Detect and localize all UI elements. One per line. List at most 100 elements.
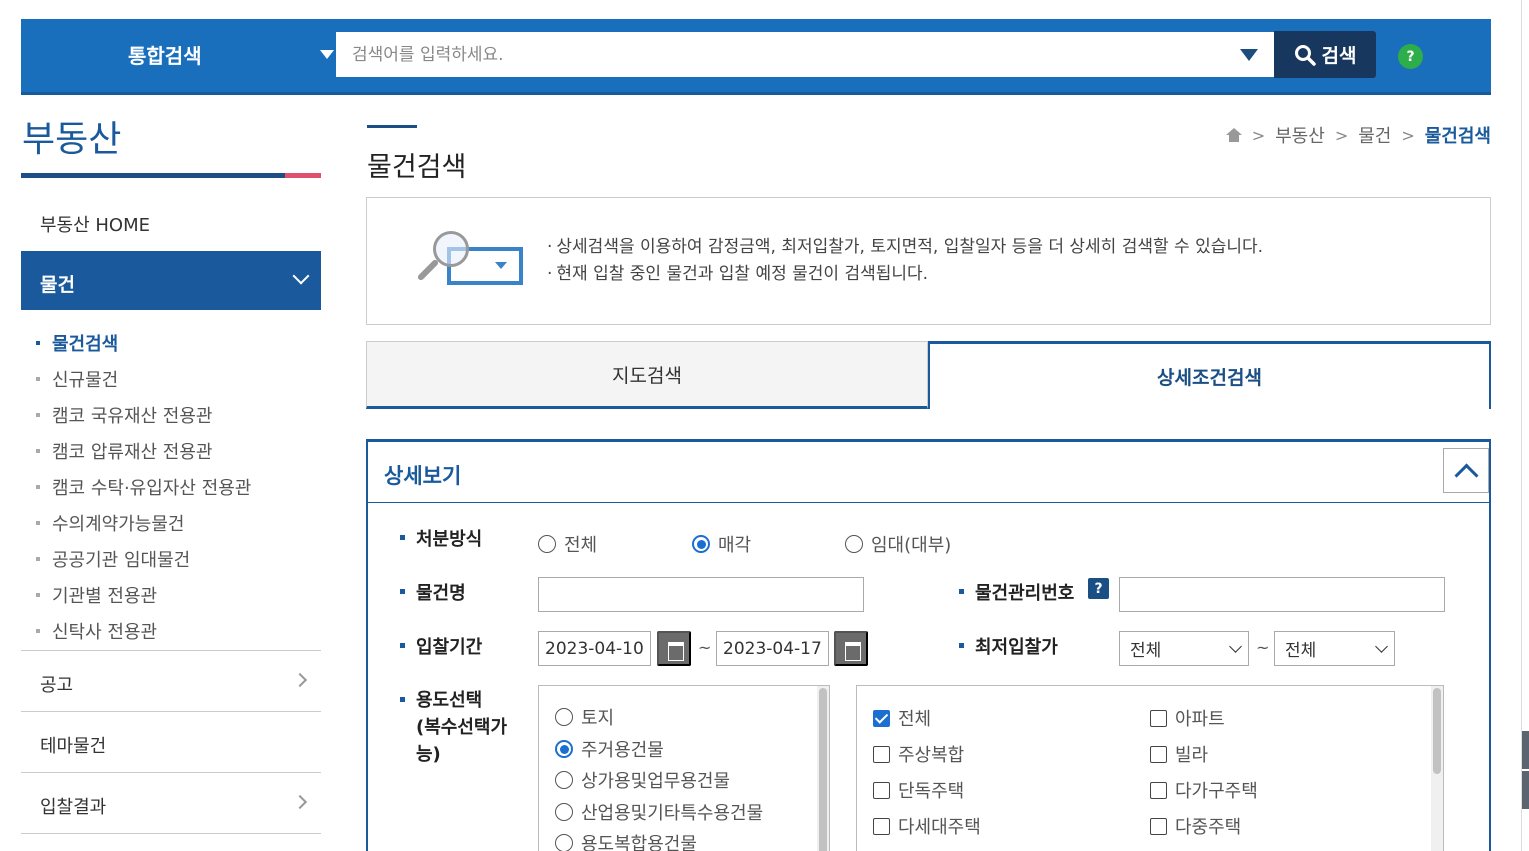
bullet-icon (36, 377, 40, 381)
usage-radio-land[interactable]: 토지 (555, 704, 614, 730)
caret-down-icon (320, 50, 334, 59)
item-name-input[interactable] (538, 577, 864, 612)
usage-check-villa[interactable]: 빌라 (1150, 741, 1208, 767)
disposal-radio-sale[interactable]: 매각 (692, 531, 751, 557)
usage-radio-industrial[interactable]: 산업용및기타특수용건물 (555, 799, 763, 825)
search-button-label: 검색 (1321, 46, 1357, 67)
detail-panel: 상세보기 처분방식 전체 매각 임대(대부) 물건명 물건관리번호 ? 입찰기간… (366, 439, 1491, 851)
top-search-bar: 통합검색 검색 ? (21, 19, 1491, 95)
usage-check-detached[interactable]: 단독주택 (873, 777, 964, 803)
tab-map-search[interactable]: 지도검색 (366, 341, 928, 409)
sidebar-item-theme[interactable]: 테마물건 (21, 712, 321, 773)
sidebar-title-underline (21, 173, 321, 178)
usage-radio-residential[interactable]: 주거용건물 (555, 736, 664, 762)
radio-circle (555, 708, 573, 726)
checkbox (1150, 709, 1167, 727)
collapse-button[interactable] (1443, 448, 1489, 493)
usage-label: 용도선택 (복수선택가 능) (399, 687, 507, 768)
usage-check-multi-family[interactable]: 다가구주택 (1150, 777, 1258, 803)
breadcrumb: > 부동산 > 물건 > 물건검색 (1225, 122, 1491, 148)
item-name-label: 물건명 (400, 579, 466, 605)
sidebar-sub-list: 물건검색 신규물건 캠코 국유재산 전용관 캠코 압류재산 전용관 캠코 수탁·… (36, 325, 251, 649)
usage-check-apartment[interactable]: 아파트 (1150, 705, 1225, 731)
bullet-icon (36, 413, 40, 417)
radio-label: 토지 (581, 708, 615, 729)
sidebar-item-results[interactable]: 입찰결과 (21, 773, 321, 834)
usage-radio-commercial[interactable]: 상가용및업무용건물 (555, 767, 730, 793)
chevron-right-icon (292, 672, 308, 688)
chevron-down-icon (1375, 640, 1388, 653)
check-label: 주상복합 (898, 745, 965, 766)
min-bid-from-select[interactable]: 전체 (1119, 631, 1249, 666)
sidebar-sub-item[interactable]: 기관별 전용관 (36, 577, 251, 613)
sidebar-item-property[interactable]: 물건 (21, 251, 321, 310)
search-category-select[interactable]: 통합검색 (21, 19, 336, 92)
search-button[interactable]: 검색 (1274, 31, 1376, 78)
home-icon[interactable] (1225, 128, 1242, 142)
scrollbar-thumb[interactable] (819, 688, 827, 851)
side-tab[interactable] (1522, 731, 1529, 769)
calendar-icon[interactable] (657, 631, 691, 666)
chevron-right-icon (292, 794, 308, 810)
sidebar-item-notice[interactable]: 공고 (21, 651, 321, 712)
scrollbar[interactable] (1431, 686, 1443, 851)
check-label: 전체 (898, 709, 932, 730)
help-icon[interactable]: ? (1398, 44, 1423, 69)
disposal-radio-lease[interactable]: 임대(대부) (845, 531, 951, 557)
radio-label: 매각 (718, 535, 752, 556)
sidebar-menu: 공고 테마물건 입찰결과 (21, 650, 321, 834)
scrollbar-thumb[interactable] (1433, 688, 1441, 774)
radio-circle (538, 535, 556, 553)
sidebar-sub-item[interactable]: 수의계약가능물건 (36, 505, 251, 541)
usage-check-multiplex[interactable]: 다중주택 (1150, 813, 1241, 839)
chevron-down-icon (1229, 640, 1242, 653)
radio-label: 상가용및업무용건물 (581, 771, 731, 792)
sub-item-label: 캠코 압류재산 전용관 (52, 442, 213, 463)
scrollbar[interactable] (817, 686, 829, 851)
usage-check-all[interactable]: 전체 (873, 705, 931, 731)
sidebar-sub-item[interactable]: 캠코 수탁·유입자산 전용관 (36, 469, 251, 505)
disposal-radio-all[interactable]: 전체 (538, 531, 597, 557)
radio-label: 용도복합용건물 (581, 834, 697, 851)
breadcrumb-item[interactable]: 부동산 (1275, 122, 1325, 148)
sidebar-sub-item[interactable]: 신탁사 전용관 (36, 613, 251, 649)
item-mgmt-number-input[interactable] (1119, 577, 1445, 612)
radio-label: 주거용건물 (581, 740, 664, 761)
bid-start-date-input[interactable]: 2023-04-10 (538, 631, 651, 666)
search-input[interactable] (336, 32, 1216, 77)
breadcrumb-item[interactable]: 물건 (1358, 122, 1391, 148)
usage-check-list: 전체 주상복합 단독주택 다세대주택 아파트 빌라 다가구주택 다중주택 (856, 685, 1444, 851)
select-value: 전체 (1285, 641, 1317, 661)
check-label: 다가구주택 (1175, 781, 1258, 802)
bullet-icon (36, 521, 40, 525)
sidebar-sub-item[interactable]: 캠코 압류재산 전용관 (36, 433, 251, 469)
min-bid-to-select[interactable]: 전체 (1274, 631, 1395, 666)
usage-radio-list: 토지 주거용건물 상가용및업무용건물 산업용및기타특수용건물 용도복합용건물 (538, 685, 830, 851)
info-line: 상세검색을 이용하여 감정금액, 최저입찰가, 토지면적, 입찰일자 등을 더 … (547, 234, 1263, 261)
usage-radio-mixed[interactable]: 용도복합용건물 (555, 830, 697, 851)
sidebar-home-link[interactable]: 부동산 HOME (40, 211, 150, 237)
sidebar-sub-item[interactable]: 신규물건 (36, 361, 251, 397)
sub-item-label: 캠코 국유재산 전용관 (52, 406, 213, 427)
tab-detail-search[interactable]: 상세조건검색 (928, 341, 1491, 409)
sidebar-sub-item[interactable]: 물건검색 (36, 325, 251, 361)
usage-check-multi-household[interactable]: 다세대주택 (873, 813, 981, 839)
breadcrumb-separator: > (1334, 125, 1349, 145)
search-dropdown-caret-icon[interactable] (1240, 49, 1258, 61)
handle-shape (416, 258, 440, 282)
calendar-icon[interactable] (834, 631, 868, 666)
bid-period-label: 입찰기간 (399, 633, 482, 659)
sidebar-sub-item[interactable]: 캠코 국유재산 전용관 (36, 397, 251, 433)
select-value: 전체 (1130, 641, 1162, 661)
bid-end-date-input[interactable]: 2023-04-17 (716, 631, 829, 666)
usage-check-mixed-residential[interactable]: 주상복합 (873, 741, 964, 767)
radio-circle (555, 834, 573, 851)
search-icon (1294, 44, 1316, 66)
side-tab[interactable] (1522, 771, 1529, 809)
sidebar-sub-item[interactable]: 공공기관 임대물건 (36, 541, 251, 577)
radio-circle (555, 740, 573, 758)
item-mgmt-number-label: 물건관리번호 (958, 579, 1074, 605)
checkbox (1150, 781, 1167, 799)
help-question-icon[interactable]: ? (1088, 578, 1109, 599)
check-label: 빌라 (1175, 745, 1209, 766)
